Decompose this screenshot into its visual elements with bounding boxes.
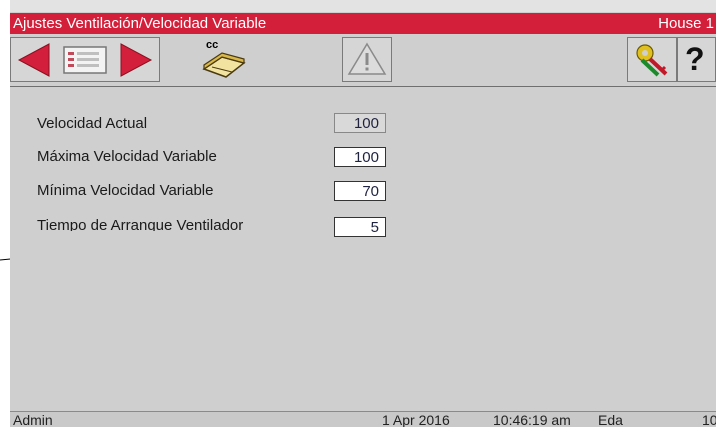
list-button[interactable] bbox=[61, 44, 109, 76]
status-bar: Admin 1 Apr 2016 10:46:19 am Eda 10 bbox=[10, 411, 716, 427]
page-title: Ajustes Ventilación/Velocidad Variable bbox=[13, 15, 267, 32]
arrow-left-icon bbox=[17, 43, 50, 77]
back-button[interactable] bbox=[15, 42, 55, 78]
min-speed-field[interactable]: 70 bbox=[334, 181, 386, 201]
fan-start-time-field[interactable]: 5 bbox=[334, 217, 386, 237]
status-date: 1 Apr 2016 bbox=[382, 412, 450, 427]
house-label[interactable]: House 1 bbox=[658, 13, 714, 34]
cc-button[interactable]: cc bbox=[196, 39, 250, 81]
max-speed-label: Máxima Velocidad Variable bbox=[37, 148, 217, 165]
fan-start-time-label-clip: Tiempo de Arranque Ventilador bbox=[37, 217, 317, 231]
login-button[interactable] bbox=[627, 37, 677, 82]
warning-icon bbox=[347, 42, 387, 75]
min-speed-label: Mínima Velocidad Variable bbox=[37, 182, 214, 199]
toolbar: cc ? bbox=[10, 34, 716, 87]
nav-group bbox=[10, 37, 160, 82]
status-mode: Eda bbox=[598, 412, 623, 427]
list-icon bbox=[63, 46, 107, 74]
current-speed-value: 100 bbox=[334, 113, 386, 133]
title-bar: Ajustes Ventilación/Velocidad Variable H… bbox=[10, 13, 716, 34]
house-icon bbox=[202, 52, 246, 78]
max-speed-field[interactable]: 100 bbox=[334, 147, 386, 167]
current-speed-label: Velocidad Actual bbox=[37, 115, 148, 132]
fan-start-time-label: Tiempo de Arranque Ventilador bbox=[37, 217, 244, 231]
alarm-button[interactable] bbox=[342, 37, 392, 82]
forward-button[interactable] bbox=[115, 42, 155, 78]
status-time: 10:46:19 am bbox=[493, 412, 571, 427]
status-user: Admin bbox=[13, 412, 53, 427]
keys-icon bbox=[636, 44, 668, 77]
help-button[interactable]: ? bbox=[677, 37, 716, 82]
top-strip bbox=[10, 0, 716, 12]
main-panel: Ajustes Ventilación/Velocidad Variable H… bbox=[10, 0, 716, 427]
help-icon: ? bbox=[685, 41, 705, 77]
arrow-right-icon bbox=[120, 43, 153, 77]
status-extra: 10 bbox=[702, 412, 716, 427]
